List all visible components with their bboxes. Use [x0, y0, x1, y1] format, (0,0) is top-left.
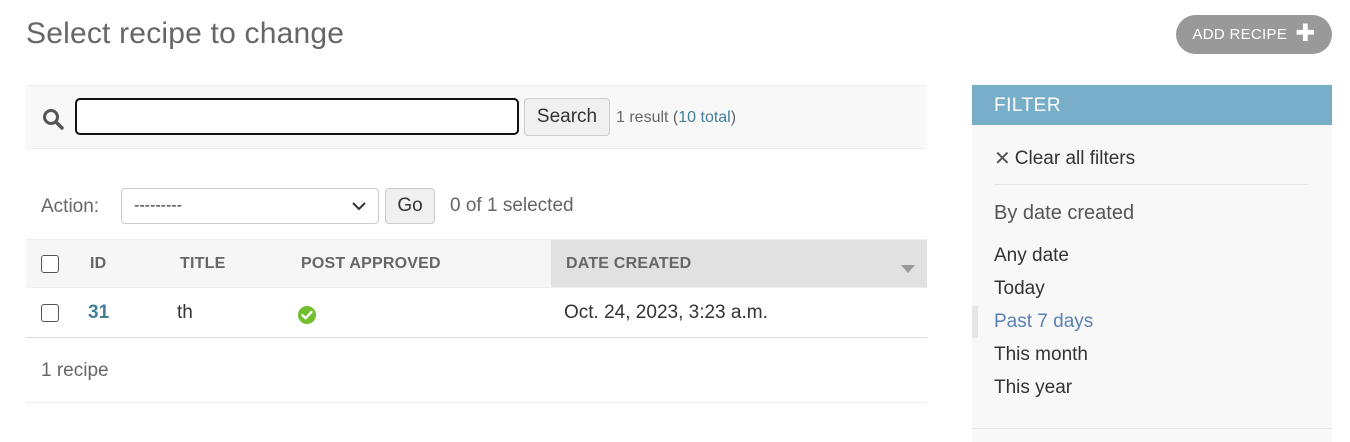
check-circle-icon	[298, 306, 316, 324]
row-id-link[interactable]: 31	[88, 302, 109, 324]
add-recipe-button[interactable]: ADD RECIPE ✚	[1176, 15, 1332, 54]
filter-option-today[interactable]: Today	[994, 278, 1045, 300]
total-link[interactable]: 10 total	[678, 109, 730, 126]
add-recipe-label: ADD RECIPE	[1192, 26, 1288, 43]
filter-group-title: By date created	[994, 202, 1135, 224]
row-checkbox[interactable]	[41, 304, 59, 322]
filter-header: FILTER	[972, 85, 1332, 125]
search-input[interactable]	[75, 98, 519, 135]
result-total: 1 recipe	[41, 360, 109, 381]
selected-indicator	[972, 306, 978, 338]
result-prefix: 1 result (	[616, 109, 679, 126]
close-icon: ✕	[994, 148, 1011, 170]
actions-bar: Action: --------- Go 0 of 1 selected	[26, 187, 927, 227]
action-select[interactable]: ---------	[121, 188, 379, 224]
filter-option-any-date[interactable]: Any date	[994, 245, 1069, 267]
filter-option-this-month[interactable]: This month	[994, 344, 1088, 366]
result-suffix: )	[730, 109, 737, 126]
search-button[interactable]: Search	[524, 98, 610, 136]
column-id[interactable]: ID	[90, 240, 106, 287]
table-row: 31 th Oct. 24, 2023, 3:23 a.m.	[26, 288, 927, 338]
row-id-cell: 31	[88, 288, 109, 338]
row-title: th	[177, 302, 193, 323]
clear-filters-label: Clear all filters	[1014, 147, 1136, 169]
row-post-approved	[298, 288, 316, 338]
plus-icon: ✚	[1295, 19, 1316, 47]
sort-descending-icon[interactable]	[901, 265, 915, 273]
action-label: Action:	[41, 196, 100, 217]
search-toolbar: Search 1 result (10 total)	[26, 85, 927, 149]
results-footer: 1 recipe	[26, 339, 927, 403]
row-date-created: Oct. 24, 2023, 3:23 a.m.	[564, 302, 768, 323]
page-title: Select recipe to change	[26, 17, 345, 50]
divider	[994, 184, 1308, 185]
result-count: 1 result (10 total)	[616, 109, 736, 127]
select-all-cell	[41, 240, 59, 287]
selected-count: 0 of 1 selected	[450, 195, 574, 216]
column-date-created[interactable]: DATE CREATED	[551, 240, 927, 287]
chevron-down-icon	[352, 202, 366, 211]
select-all-checkbox[interactable]	[41, 254, 59, 273]
search-icon	[43, 109, 64, 130]
go-button[interactable]: Go	[385, 188, 435, 224]
column-title[interactable]: TITLE	[180, 240, 225, 287]
column-post-approved[interactable]: POST APPROVED	[301, 240, 441, 287]
divider	[972, 428, 1332, 429]
filter-option-past-7-days[interactable]: Past 7 days	[994, 311, 1093, 333]
filter-option-this-year[interactable]: This year	[994, 377, 1072, 399]
filter-sidebar: FILTER ✕ Clear all filters By date creat…	[972, 85, 1332, 442]
action-selected-option: ---------	[134, 197, 182, 214]
results-table: ID TITLE POST APPROVED DATE CREATED 31 t…	[26, 239, 927, 338]
table-header: ID TITLE POST APPROVED DATE CREATED	[26, 239, 927, 288]
clear-filters-link[interactable]: ✕ Clear all filters	[994, 146, 1135, 171]
column-date-created-label: DATE CREATED	[566, 254, 692, 272]
row-checkbox-cell	[41, 288, 59, 338]
